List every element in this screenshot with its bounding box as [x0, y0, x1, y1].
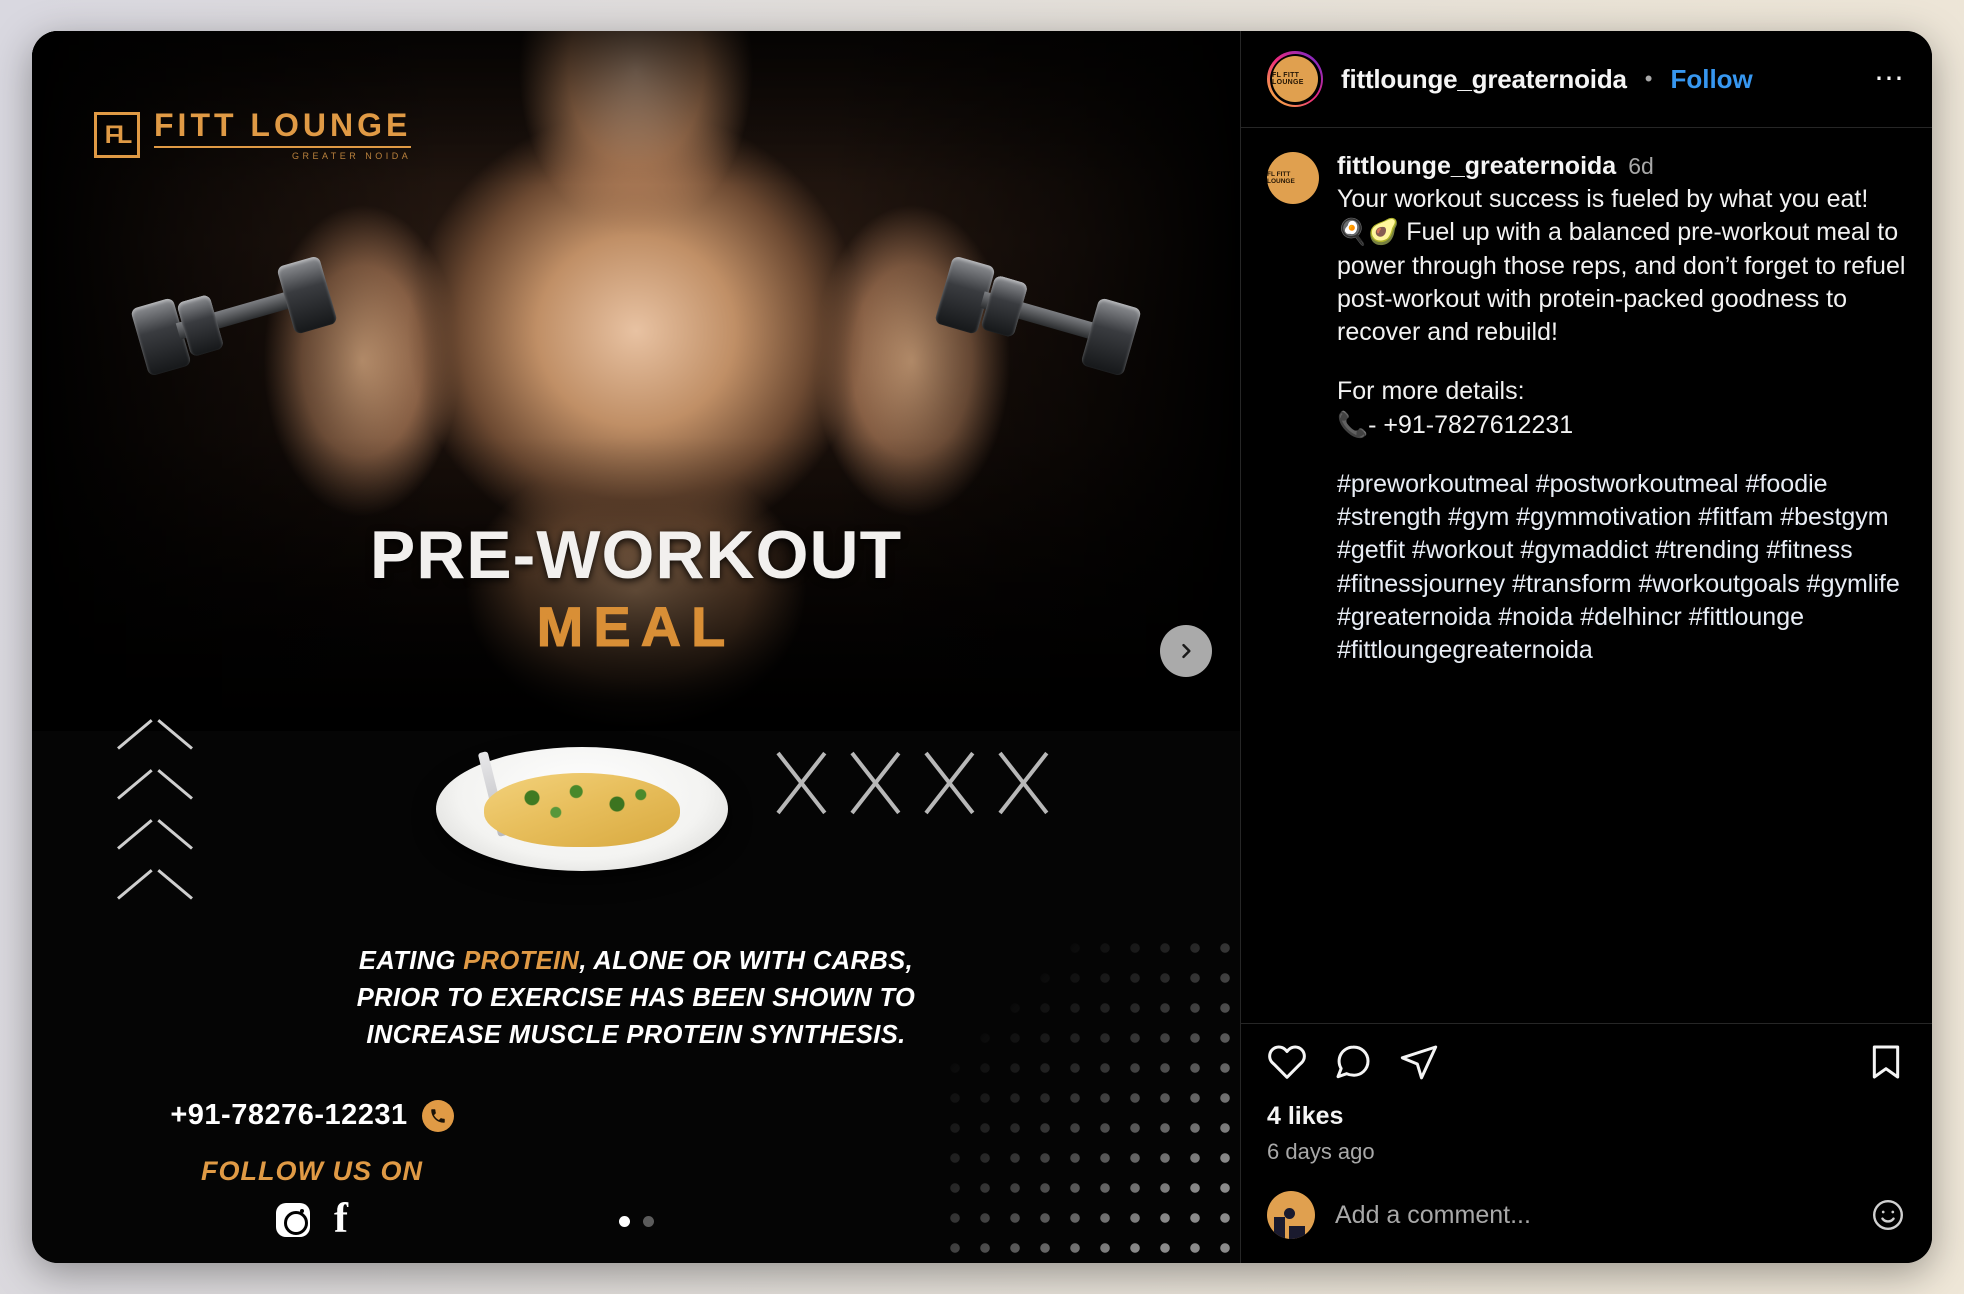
garnish: [498, 777, 668, 829]
share-icon[interactable]: [1399, 1042, 1439, 1082]
carousel-dot-1[interactable]: [618, 1216, 630, 1227]
post-media-pane[interactable]: FL FITT LOUNGE GREATER NOIDA PRE-WORKOUT…: [32, 31, 1240, 1263]
body-copy-line1-b: , ALONE OR WITH CARBS,: [579, 947, 914, 975]
instagram-post-card: FL FITT LOUNGE GREATER NOIDA PRE-WORKOUT…: [32, 31, 1932, 1263]
carousel-dots: [32, 1216, 1240, 1227]
brand-logo: FL FITT LOUNGE GREATER NOIDA: [94, 107, 412, 161]
body-copy-highlight: PROTEIN: [463, 947, 580, 975]
post-details-pane: FL FITT LOUNGE fittlounge_greaternoida •…: [1240, 31, 1932, 1263]
carousel-dot-2[interactable]: [642, 1216, 654, 1227]
current-user-avatar: [1267, 1191, 1315, 1239]
headline-sub: MEAL: [536, 594, 736, 658]
poster-phone-number: +91-78276-12231: [170, 1099, 408, 1131]
header-separator: •: [1644, 66, 1653, 91]
headline-main: PRE-WORKOUT: [369, 517, 903, 593]
caption-section: FL FITT LOUNGE fittlounge_greaternoida 6d…: [1241, 128, 1932, 1023]
caption-avatar[interactable]: FL FITT LOUNGE: [1267, 152, 1319, 204]
poster-phone-row: +91-78276-12231: [32, 1099, 592, 1132]
follow-us-label: FOLLOW US ON: [201, 1156, 423, 1186]
bookmark-icon[interactable]: [1866, 1042, 1906, 1082]
next-slide-button[interactable]: [1160, 625, 1212, 677]
add-comment-bar: [1241, 1165, 1932, 1263]
caption-hashtags[interactable]: #preworkoutmeal #postworkoutmeal #foodie…: [1337, 468, 1906, 668]
brand-mark-icon: FL: [94, 112, 140, 158]
header-username[interactable]: fittlounge_greaternoida: [1341, 64, 1627, 95]
emoji-icon[interactable]: [1870, 1197, 1906, 1233]
avatar-image: FL FITT LOUNGE: [1272, 56, 1318, 102]
post-image: FL FITT LOUNGE GREATER NOIDA PRE-WORKOUT…: [32, 31, 1240, 1263]
caption-username[interactable]: fittlounge_greaternoida: [1337, 152, 1616, 180]
follow-button[interactable]: Follow: [1670, 64, 1752, 95]
comment-icon[interactable]: [1333, 1042, 1373, 1082]
decorative-chevrons-right: [772, 721, 1060, 841]
brand-name: FITT LOUNGE: [154, 107, 412, 143]
post-actions: 4 likes 6 days ago: [1241, 1023, 1932, 1165]
decorative-chevrons-left: [118, 737, 192, 937]
comment-input[interactable]: [1335, 1200, 1850, 1230]
body-copy-line1-a: EATING: [358, 947, 464, 975]
poster-headline: PRE-WORKOUT MEAL: [32, 517, 1240, 659]
avatar[interactable]: FL FITT LOUNGE: [1267, 51, 1323, 107]
body-copy-line3: INCREASE MUSCLE PROTEIN SYNTHESIS.: [366, 1020, 906, 1049]
post-timestamp: 6 days ago: [1267, 1139, 1375, 1164]
likes-count[interactable]: 4 likes: [1267, 1102, 1906, 1131]
poster-body-copy: EATING PROTEIN, ALONE OR WITH CARBS, PRI…: [32, 943, 1240, 1054]
food-plate-image: [436, 747, 728, 871]
post-header: FL FITT LOUNGE fittlounge_greaternoida •…: [1241, 31, 1932, 128]
caption-details: For more details: 📞- +91-7827612231: [1337, 377, 1574, 439]
phone-icon: [421, 1099, 454, 1132]
body-copy-line2: PRIOR TO EXERCISE HAS BEEN SHOWN TO: [356, 983, 916, 1012]
caption-text: Your workout success is fueled by what y…: [1337, 185, 1913, 346]
brand-sublabel: GREATER NOIDA: [154, 146, 412, 161]
heart-icon[interactable]: [1267, 1042, 1307, 1082]
caption-timestamp: 6d: [1628, 153, 1654, 179]
more-options-icon[interactable]: ⋯: [1874, 64, 1906, 94]
